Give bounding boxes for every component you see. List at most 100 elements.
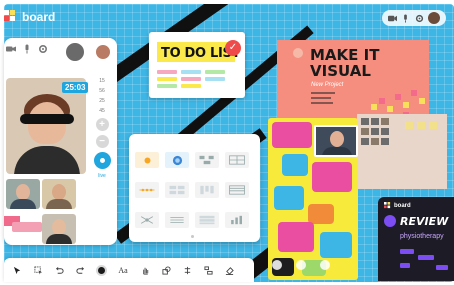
participant-thumbnail[interactable] — [42, 214, 76, 244]
text-tool-button[interactable]: Aa — [116, 264, 130, 276]
template-tile[interactable] — [195, 212, 219, 228]
hand-icon[interactable] — [139, 264, 151, 276]
map-shape — [308, 204, 334, 224]
live-broadcast-button[interactable] — [93, 152, 111, 169]
undo-icon[interactable] — [53, 264, 65, 276]
review-board-window[interactable]: board REVIEW physiotherapy — [378, 197, 454, 281]
sticky-note — [411, 90, 417, 96]
template-tile[interactable] — [135, 152, 159, 168]
map-shape — [274, 186, 304, 210]
participant-avatar[interactable] — [64, 41, 86, 63]
live-icon — [99, 158, 105, 163]
side-value: 15 — [99, 78, 105, 84]
select-icon[interactable] — [32, 264, 44, 276]
microphone-icon[interactable] — [22, 44, 32, 54]
photo-note — [361, 118, 369, 125]
template-tile[interactable] — [225, 152, 249, 168]
participant-thumbnail[interactable] — [42, 179, 76, 209]
color-icon[interactable] — [95, 264, 107, 276]
play-icon[interactable] — [272, 260, 282, 270]
settings-icon[interactable] — [415, 14, 424, 23]
photo-note — [429, 122, 437, 129]
photo-note — [371, 128, 379, 135]
map-shape — [312, 162, 352, 192]
swimlane-icon — [199, 215, 215, 225]
todo-item — [157, 84, 177, 88]
bottom-toolbar: Aa — [4, 258, 254, 282]
shape-icon[interactable] — [160, 264, 172, 276]
matrix-icon — [169, 185, 185, 195]
side-value: 45 — [99, 108, 105, 114]
photo-note — [381, 138, 389, 145]
participant-avatar[interactable] — [94, 43, 112, 61]
headset-icon — [20, 114, 74, 124]
sun-icon — [144, 157, 150, 163]
sticky-note — [371, 104, 377, 110]
pager-dot[interactable] — [191, 235, 194, 238]
map-shape — [272, 122, 312, 148]
sticky-note — [395, 94, 401, 100]
photo-note — [417, 122, 425, 129]
photo-sticky-notes[interactable] — [357, 114, 447, 189]
map-controls — [272, 260, 330, 270]
sticky-note — [379, 98, 385, 104]
template-tile[interactable] — [165, 182, 189, 198]
eraser-icon[interactable] — [223, 264, 235, 276]
cursor-icon[interactable] — [11, 264, 23, 276]
call-controls — [6, 44, 48, 54]
participant-body — [46, 234, 72, 244]
template-tile[interactable] — [195, 182, 219, 198]
board-logo-icon — [4, 10, 18, 24]
template-tile[interactable] — [135, 182, 159, 198]
timeline-icon — [139, 188, 155, 192]
template-tile[interactable] — [135, 212, 159, 228]
camera-icon[interactable] — [6, 44, 16, 54]
review-item — [400, 249, 414, 254]
review-brand: board — [394, 202, 411, 209]
zoom-out-button[interactable]: − — [95, 135, 109, 148]
template-tile[interactable] — [165, 152, 189, 168]
user-avatar[interactable] — [427, 12, 440, 24]
template-tile[interactable] — [165, 212, 189, 228]
todo-item — [157, 77, 177, 81]
redo-icon[interactable] — [74, 264, 86, 276]
photo-note — [361, 128, 369, 135]
brand-name: board — [22, 10, 56, 24]
more-icon[interactable] — [320, 260, 330, 270]
review-item — [400, 263, 410, 268]
live-label: live — [98, 173, 106, 179]
target-icon[interactable] — [296, 260, 306, 270]
microphone-icon[interactable] — [401, 13, 410, 23]
table-icon — [229, 185, 245, 195]
floating-video-feed[interactable] — [314, 125, 358, 157]
checkmark-icon: ✓ — [225, 40, 241, 56]
sticky-note — [387, 106, 393, 112]
todo-item — [181, 70, 201, 74]
photo-note — [371, 138, 379, 145]
connector-icon[interactable] — [181, 264, 193, 276]
review-title: REVIEW — [400, 215, 449, 228]
participant-face — [16, 184, 30, 200]
align-icon[interactable] — [202, 264, 214, 276]
flowchart-icon — [199, 155, 214, 165]
template-tile[interactable] — [225, 182, 249, 198]
review-icon — [384, 215, 396, 227]
participant-body — [46, 199, 72, 209]
sticky-note — [403, 102, 409, 108]
zoom-in-button[interactable]: + — [95, 118, 109, 131]
side-value: 56 — [99, 88, 105, 94]
poster-text-line — [311, 97, 331, 99]
poster-icon — [293, 48, 303, 58]
photo-note — [381, 128, 389, 135]
poster-subtitle: New Project — [311, 82, 344, 88]
whiteboard-app: board 25:03 15 56 25 45 + − live TO DO L… — [0, 0, 454, 285]
template-tile[interactable] — [225, 212, 249, 228]
camera-icon[interactable] — [388, 14, 398, 23]
kanban-icon — [200, 185, 214, 195]
template-tile[interactable] — [195, 152, 219, 168]
poster-text-line — [311, 92, 335, 94]
review-subtitle: physiotherapy — [400, 233, 444, 240]
photo-note — [361, 138, 369, 145]
settings-icon[interactable] — [38, 44, 48, 54]
participant-thumbnail[interactable] — [6, 179, 40, 209]
